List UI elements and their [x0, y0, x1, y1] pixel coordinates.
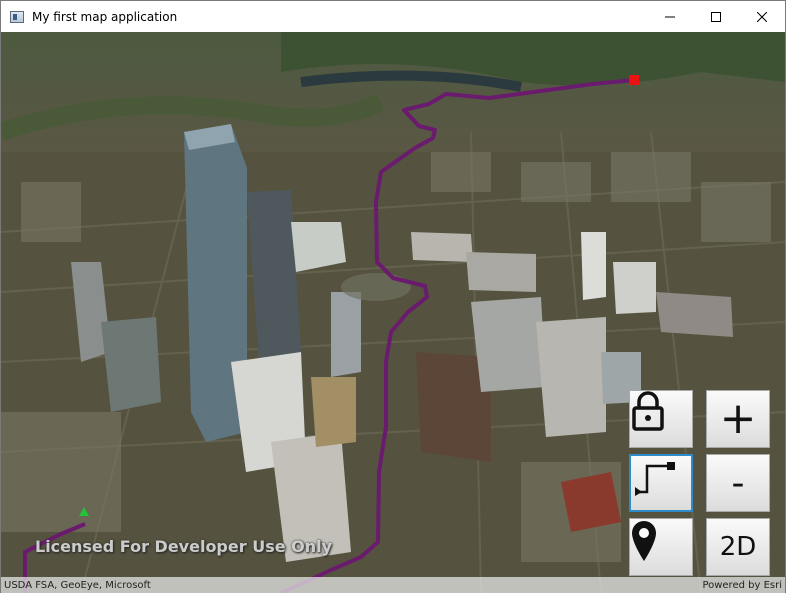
- zoom-in-label: +: [719, 393, 757, 444]
- zoom-out-button[interactable]: -: [706, 454, 770, 512]
- attribution-left: USDA FSA, GeoEye, Microsoft: [4, 579, 151, 591]
- zoom-in-button[interactable]: +: [706, 390, 770, 448]
- minimize-icon: [665, 16, 675, 17]
- window-controls: [647, 1, 785, 32]
- location-button[interactable]: [629, 518, 693, 576]
- route-icon: [635, 462, 675, 496]
- lock-button[interactable]: [629, 390, 693, 448]
- attribution-right[interactable]: Powered by Esri: [702, 580, 782, 591]
- app-window: My first map application Licensed For De…: [0, 0, 786, 593]
- title-bar[interactable]: My first map application: [1, 1, 785, 32]
- lock-icon: [632, 391, 664, 431]
- license-watermark: Licensed For Developer Use Only: [35, 537, 333, 556]
- location-pin-icon: [632, 521, 656, 561]
- zoom-out-label: -: [731, 462, 745, 504]
- window-title: My first map application: [32, 9, 178, 24]
- close-button[interactable]: [739, 1, 785, 32]
- route-button[interactable]: [629, 454, 693, 512]
- minimize-button[interactable]: [647, 1, 693, 32]
- app-icon: [10, 10, 24, 23]
- end-marker: [629, 75, 639, 85]
- view-toggle-2d-button[interactable]: 2D: [706, 518, 770, 576]
- attribution-bar: USDA FSA, GeoEye, Microsoft Powered by E…: [1, 577, 785, 593]
- view-toggle-label: 2D: [719, 532, 757, 562]
- close-icon: [757, 11, 767, 22]
- maximize-icon: [711, 11, 721, 22]
- maximize-button[interactable]: [693, 1, 739, 32]
- map-scene-view[interactable]: Licensed For Developer Use Only USDA FSA…: [1, 32, 785, 593]
